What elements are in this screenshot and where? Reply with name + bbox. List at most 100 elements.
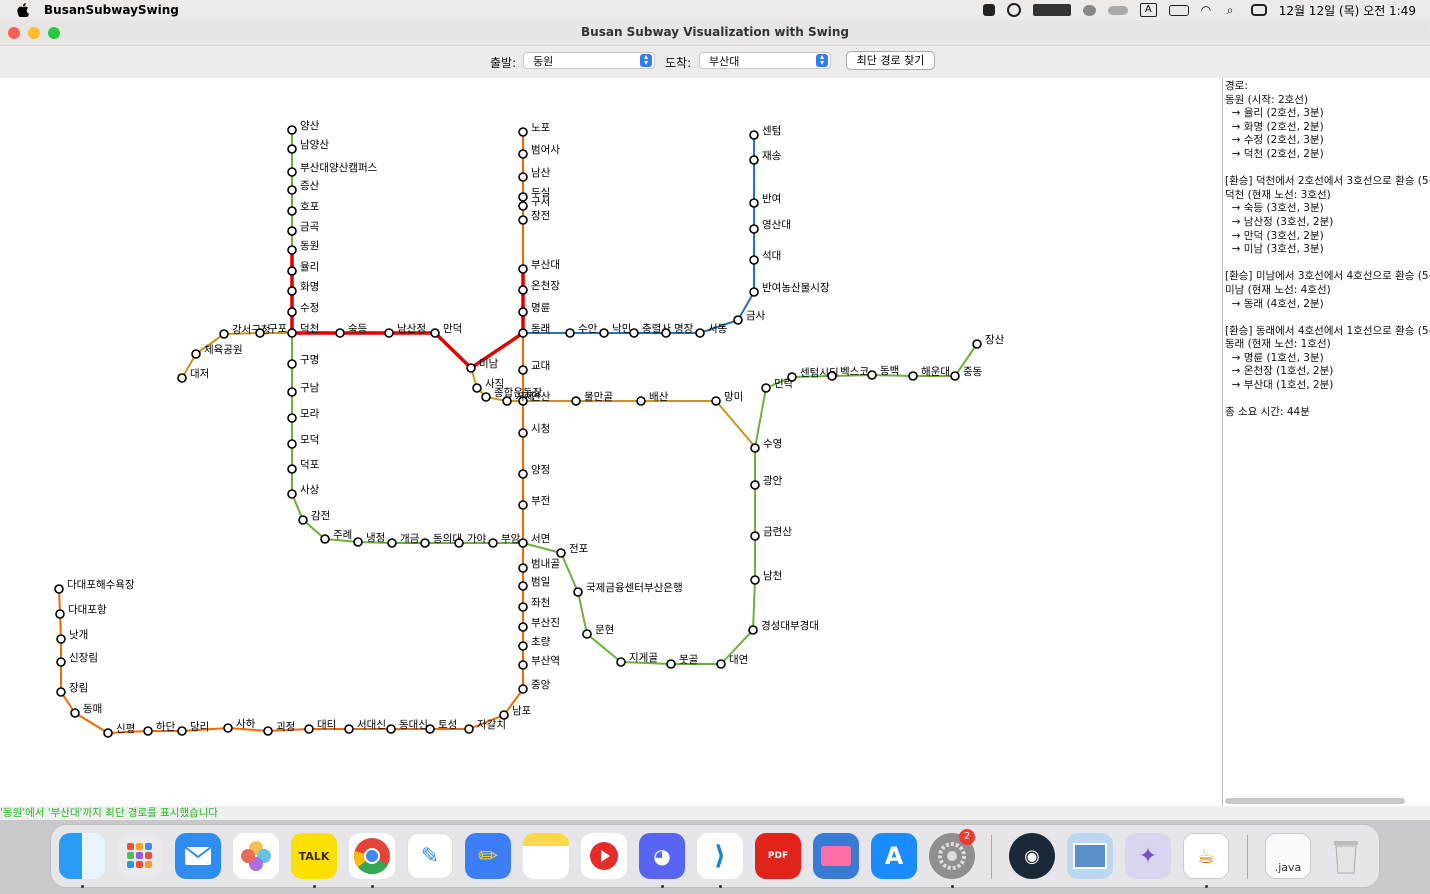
wifi-icon[interactable]: ◠	[1201, 3, 1215, 17]
control-center-icon[interactable]	[1250, 4, 1267, 16]
pencil-app-icon[interactable]: ✏	[465, 833, 511, 879]
station-node[interactable]	[749, 287, 759, 297]
station-node[interactable]	[518, 201, 528, 211]
cloud-icon[interactable]	[1107, 5, 1128, 15]
chrome-icon[interactable]	[349, 833, 395, 879]
station-node[interactable]	[304, 724, 314, 734]
station-node[interactable]	[335, 328, 345, 338]
station-node[interactable]	[191, 349, 201, 359]
chat-icon[interactable]	[1082, 4, 1096, 16]
station-node[interactable]	[518, 149, 528, 159]
station-node[interactable]	[636, 396, 646, 406]
station-node[interactable]	[599, 328, 609, 338]
station-node[interactable]	[103, 728, 113, 738]
station-node[interactable]	[750, 480, 760, 490]
station-node[interactable]	[287, 206, 297, 216]
station-node[interactable]	[518, 328, 528, 338]
station-node[interactable]	[556, 548, 566, 558]
station-node[interactable]	[287, 226, 297, 236]
station-node[interactable]	[384, 328, 394, 338]
station-node[interactable]	[565, 328, 575, 338]
station-node[interactable]	[518, 127, 528, 137]
station-node[interactable]	[320, 534, 330, 544]
station-node[interactable]	[177, 726, 187, 736]
route-result-panel[interactable]: 경로: 동원 (시작: 2호선) → 율리 (2호선, 3분) → 화명 (2호…	[1222, 78, 1430, 806]
launchpad-icon[interactable]	[117, 833, 163, 879]
station-node[interactable]	[518, 581, 528, 591]
station-node[interactable]	[972, 339, 982, 349]
station-node[interactable]	[787, 372, 797, 382]
station-node[interactable]	[518, 192, 528, 202]
station-node[interactable]	[518, 622, 528, 632]
notification-icon[interactable]	[982, 4, 995, 16]
station-node[interactable]	[750, 531, 760, 541]
station-node[interactable]	[749, 255, 759, 265]
station-node[interactable]	[481, 392, 491, 402]
menubar-clock[interactable]: 12월 12일 (목) 오전 1:49	[1279, 2, 1416, 19]
station-node[interactable]	[749, 130, 759, 140]
station-node[interactable]	[908, 371, 918, 381]
station-node[interactable]	[223, 723, 233, 733]
station-node[interactable]	[55, 609, 65, 619]
station-node[interactable]	[56, 634, 66, 644]
station-node[interactable]	[287, 286, 297, 296]
station-node[interactable]	[472, 383, 482, 393]
discord-icon[interactable]: ◕	[639, 833, 685, 879]
freeform-icon[interactable]: ✎	[407, 833, 453, 879]
station-node[interactable]	[502, 396, 512, 406]
station-node[interactable]	[518, 215, 528, 225]
station-node[interactable]	[287, 464, 297, 474]
station-node[interactable]	[518, 563, 528, 573]
station-node[interactable]	[518, 684, 528, 694]
station-node[interactable]	[518, 660, 528, 670]
station-node[interactable]	[749, 155, 759, 165]
app-name-menu[interactable]: BusanSubwaySwing	[44, 3, 179, 17]
station-node[interactable]	[287, 144, 297, 154]
station-node[interactable]	[466, 363, 476, 373]
from-station-select[interactable]: 동원 ▴ ▾	[523, 52, 655, 69]
input-source-indicator[interactable]: A	[1139, 3, 1157, 17]
station-node[interactable]	[287, 307, 297, 317]
station-node[interactable]	[420, 538, 430, 548]
station-node[interactable]	[518, 307, 528, 317]
station-node[interactable]	[287, 359, 297, 369]
station-node[interactable]	[716, 659, 726, 669]
station-node[interactable]	[518, 172, 528, 182]
station-node[interactable]	[287, 439, 297, 449]
mail-icon[interactable]	[175, 833, 221, 879]
station-node[interactable]	[298, 515, 308, 525]
station-node[interactable]	[287, 185, 297, 195]
horizontal-scrollbar[interactable]	[1225, 798, 1405, 804]
station-node[interactable]	[629, 328, 639, 338]
station-node[interactable]	[666, 659, 676, 669]
station-node[interactable]	[761, 383, 771, 393]
station-node[interactable]	[518, 428, 528, 438]
station-node[interactable]	[430, 328, 440, 338]
station-node[interactable]	[827, 371, 837, 381]
station-node[interactable]	[287, 245, 297, 255]
station-node[interactable]	[386, 724, 396, 734]
app-store-icon[interactable]: A	[871, 833, 917, 879]
station-node[interactable]	[255, 328, 265, 338]
station-node[interactable]	[950, 371, 960, 381]
station-node[interactable]	[518, 602, 528, 612]
battery-icon[interactable]	[1168, 4, 1189, 16]
station-node[interactable]	[867, 370, 877, 380]
station-node[interactable]	[616, 657, 626, 667]
subway-map-panel[interactable]: 양산 남양산 부산대양산캠퍼스 증산 호포 금곡 동원 율리 화명 수정 덕천 구명 구남 모라 모덕 덕포 사…	[0, 78, 1222, 806]
station-node[interactable]	[518, 365, 528, 375]
spotlight-search-icon[interactable]: ⌕	[1227, 4, 1239, 16]
java-icon[interactable]: ☕	[1183, 833, 1229, 879]
station-node[interactable]	[454, 538, 464, 548]
station-node[interactable]	[143, 726, 153, 736]
station-node[interactable]	[56, 687, 66, 697]
notes-icon[interactable]	[523, 833, 569, 879]
subway-map[interactable]: 양산남양산부산대양산캠퍼스증산호포금곡동원율리화명수정덕천구명구남모라모덕덕포사…	[0, 78, 1222, 806]
station-node[interactable]	[54, 584, 64, 594]
station-node[interactable]	[518, 469, 528, 479]
station-node[interactable]	[750, 575, 760, 585]
steam-icon[interactable]: ◉	[1009, 833, 1055, 879]
station-node[interactable]	[287, 125, 297, 135]
keynote-icon[interactable]	[813, 833, 859, 879]
station-node[interactable]	[287, 387, 297, 397]
